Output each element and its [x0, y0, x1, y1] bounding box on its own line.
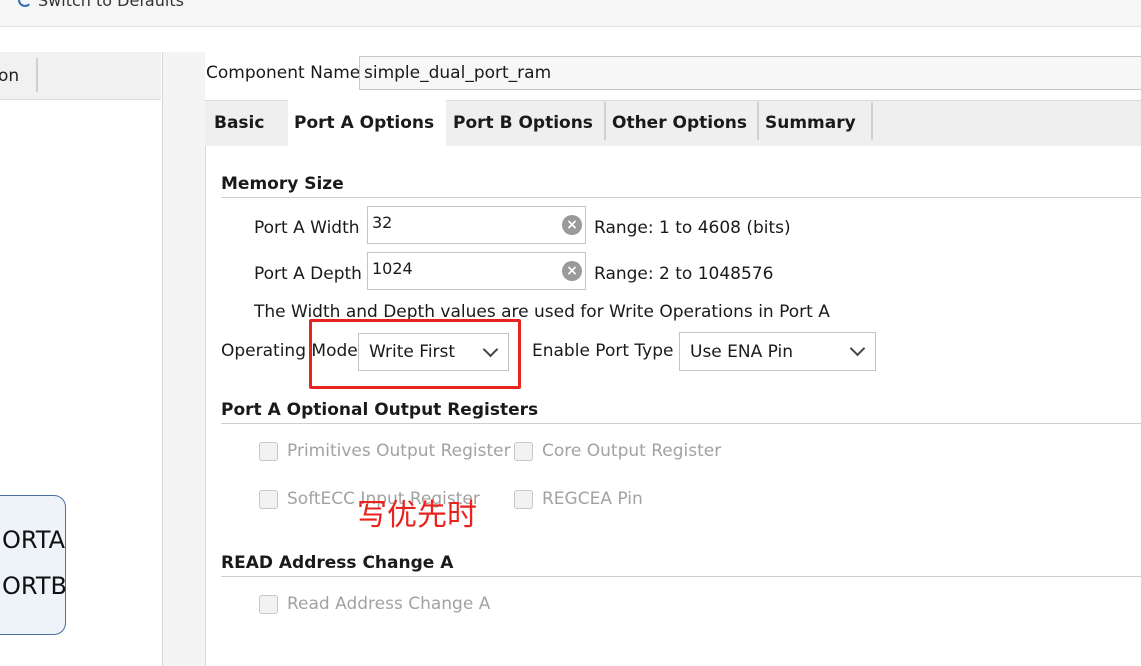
left-panel-tab[interactable]: on: [0, 66, 19, 86]
left-panel-header: [0, 52, 161, 100]
switch-to-defaults-button[interactable]: Switch to Defaults: [18, 0, 184, 12]
section-divider: [221, 423, 1141, 424]
component-name-field[interactable]: simple_dual_port_ram: [359, 56, 1141, 90]
port-a-depth-range: Range: 2 to 1048576: [594, 264, 774, 284]
port-a-width-input[interactable]: 32: [367, 206, 586, 244]
tab-separator: [871, 102, 873, 140]
clear-icon[interactable]: ×: [562, 261, 582, 281]
tab-other-options[interactable]: Other Options: [612, 100, 757, 146]
checkbox[interactable]: [514, 441, 533, 461]
read-address-change-option[interactable]: Read Address Change A: [259, 594, 490, 614]
read-address-change-label: Read Address Change A: [287, 594, 491, 614]
enable-port-type-select[interactable]: Use ENA Pin: [679, 332, 876, 371]
memory-size-title: Memory Size: [221, 174, 344, 194]
port-label-b: ORTB: [2, 572, 67, 600]
clear-icon[interactable]: ×: [562, 215, 582, 235]
section-divider: [221, 576, 1141, 577]
tab-summary[interactable]: Summary: [765, 100, 871, 146]
read-address-title: READ Address Change A: [221, 553, 454, 573]
tab-separator: [757, 102, 759, 140]
port-a-width-range: Range: 1 to 4608 (bits): [594, 218, 791, 238]
core-output-register-label: Core Output Register: [542, 441, 722, 461]
tab-separator: [604, 102, 606, 140]
checkbox[interactable]: [259, 441, 278, 461]
panel-divider[interactable]: [163, 52, 205, 666]
tab-basic[interactable]: Basic: [214, 100, 286, 146]
port-label-a: ORTA: [2, 526, 66, 554]
output-registers-title: Port A Optional Output Registers: [221, 400, 539, 420]
regcea-pin-option[interactable]: REGCEA Pin: [514, 489, 643, 509]
refresh-icon: [18, 0, 32, 7]
annotation-text: 写优先时: [357, 498, 477, 533]
ip-symbol-block: [0, 495, 66, 635]
checkbox[interactable]: [259, 489, 278, 509]
enable-port-type-value: Use ENA Pin: [690, 341, 794, 362]
switch-to-defaults-label: Switch to Defaults: [38, 0, 184, 10]
section-divider: [221, 197, 1141, 198]
tab-port-a-options[interactable]: Port A Options: [288, 100, 446, 146]
component-name-label: Component Name: [206, 63, 361, 83]
port-a-depth-label: Port A Depth: [254, 264, 362, 284]
port-a-depth-input[interactable]: 1024: [367, 252, 586, 290]
primitives-output-register-option[interactable]: Primitives Output Register: [259, 441, 511, 461]
regcea-pin-label: REGCEA Pin: [542, 489, 643, 509]
tab-separator: [36, 58, 38, 92]
enable-port-type-label: Enable Port Type: [532, 341, 674, 361]
chevron-down-icon: [849, 340, 866, 357]
primitives-output-register-label: Primitives Output Register: [287, 441, 511, 461]
highlight-box: [309, 319, 521, 389]
checkbox[interactable]: [514, 489, 533, 509]
port-a-width-label: Port A Width: [254, 218, 360, 238]
tab-port-b-options[interactable]: Port B Options: [453, 100, 603, 146]
checkbox[interactable]: [259, 594, 278, 614]
core-output-register-option[interactable]: Core Output Register: [514, 441, 721, 461]
